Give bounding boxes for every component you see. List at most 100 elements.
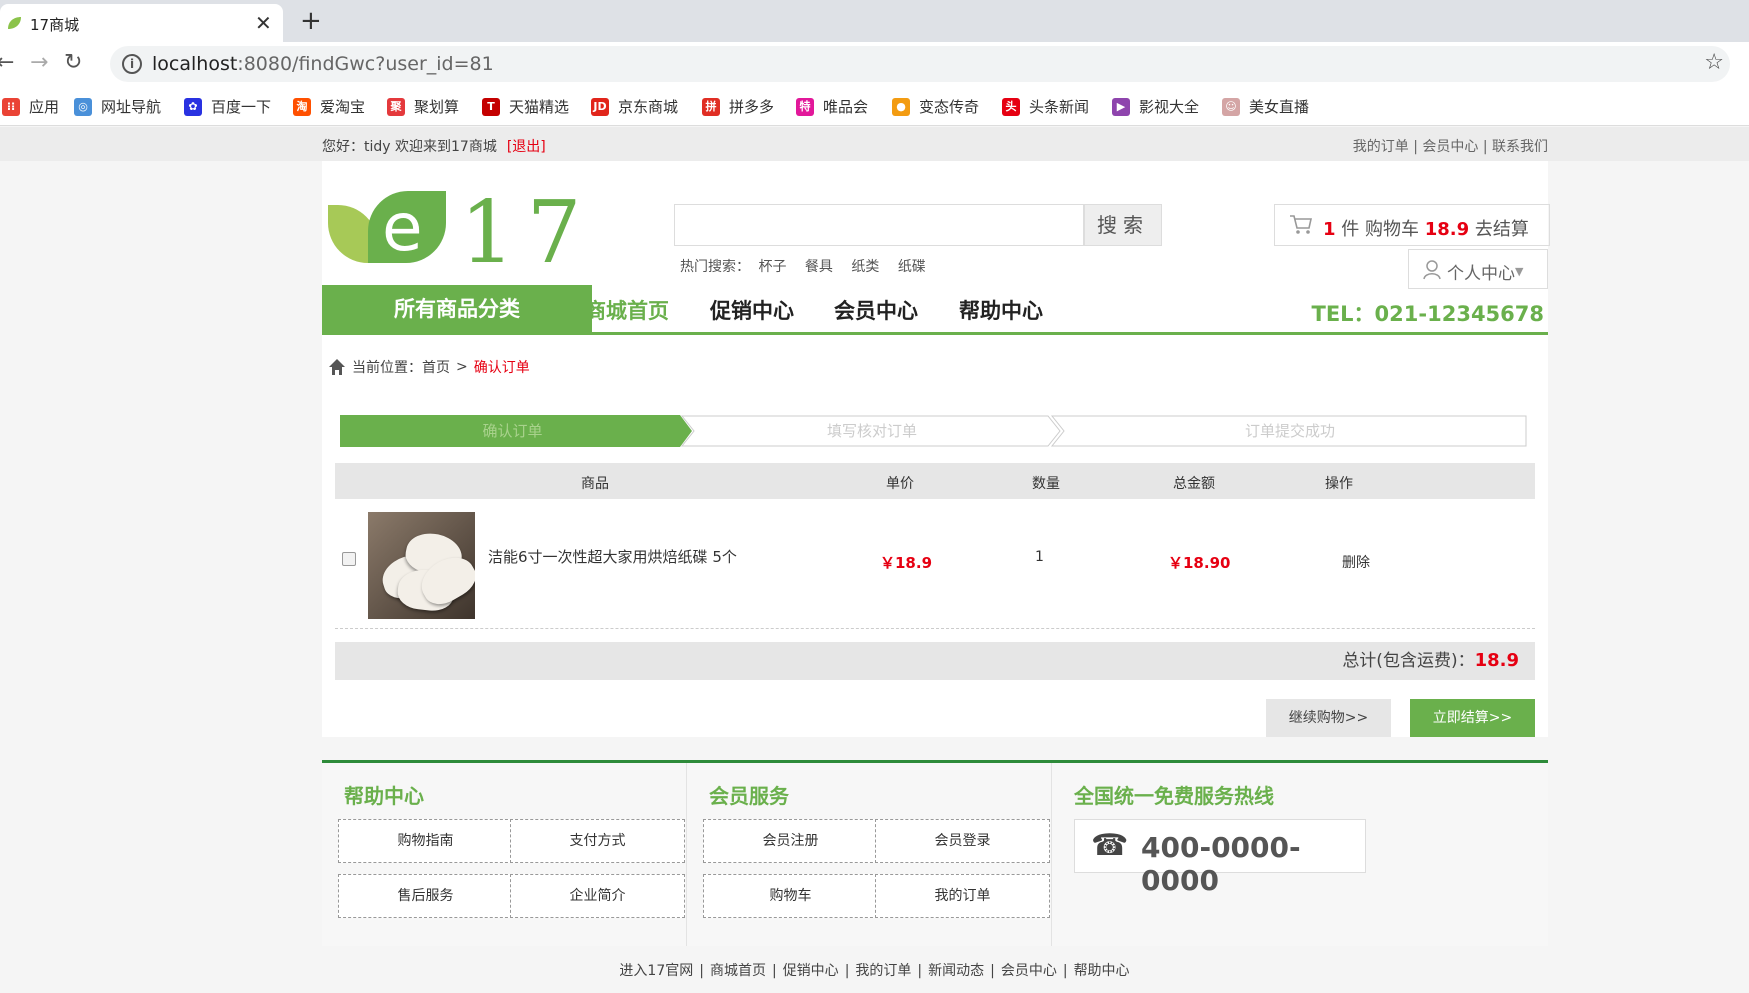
bookmark-label: 变态传奇 <box>919 98 980 116</box>
footer-link-my-orders[interactable]: 我的订单 <box>875 874 1050 918</box>
taobao-icon: 淘 <box>293 97 311 116</box>
bookmark-item[interactable]: ● 变态传奇 <box>892 96 979 117</box>
search-input[interactable] <box>674 204 1084 246</box>
home-icon <box>329 359 345 375</box>
bottom-link[interactable]: 我的订单 <box>855 963 911 979</box>
personal-center-dropdown[interactable]: 个人中心▼ <box>1408 249 1548 289</box>
delete-link[interactable]: 删除 <box>1342 552 1370 572</box>
col-total: 总金额 <box>1173 476 1215 492</box>
hot-term[interactable]: 杯子 <box>758 259 786 275</box>
footer-link-company[interactable]: 企业简介 <box>510 874 685 918</box>
greeting: 您好：tidy 欢迎来到17商城 [退出] <box>322 139 546 155</box>
bookmark-label: 网址导航 <box>101 98 162 116</box>
bookmark-item[interactable]: ◎ 网址导航 <box>74 96 161 117</box>
bookmark-item[interactable]: T 天猫精选 <box>482 96 569 117</box>
main-nav: 所有商品分类 商城首页 促销中心 会员中心 帮助中心 TEL：021-12345… <box>322 285 1548 335</box>
bottom-link[interactable]: 进入17官网 <box>619 963 693 979</box>
back-icon[interactable]: ← <box>0 50 14 75</box>
step-order-success: 订单提交成功 <box>1244 422 1335 440</box>
footer-link-payment[interactable]: 支付方式 <box>510 819 685 863</box>
toutiao-icon: 头 <box>1002 97 1020 116</box>
footer-link-register[interactable]: 会员注册 <box>703 819 878 863</box>
bookmark-label: 头条新闻 <box>1029 98 1090 116</box>
vip-icon: 特 <box>796 97 814 116</box>
cart-icon <box>1290 215 1312 234</box>
personal-center-label: 个人中心▼ <box>1447 264 1524 284</box>
hot-search-label: 热门搜索： <box>680 259 750 275</box>
all-categories-button[interactable]: 所有商品分类 <box>322 285 592 333</box>
close-tab-icon[interactable]: ✕ <box>255 11 272 35</box>
bookmark-item[interactable]: 拼拼多多 <box>702 96 774 117</box>
bookmarks-bar: ⁝⁝ 应用 ◎ 网址导航 ✿ 百度一下 淘爱淘宝 聚聚划算 T 天猫精选 JD 京东商城 拼拼多多 特唯品… <box>0 86 1749 126</box>
hotline-box: ☎ 400-0000-0000 <box>1074 819 1366 897</box>
nav-item-promotions[interactable]: 促销中心 <box>710 295 794 325</box>
logo-letter: e <box>382 189 423 266</box>
breadcrumb-home-link[interactable]: 首页 <box>422 357 450 377</box>
bottom-link[interactable]: 新闻动态 <box>928 963 984 979</box>
bottom-link[interactable]: 商城首页 <box>710 963 766 979</box>
user-icon <box>1423 260 1441 280</box>
product-image[interactable] <box>368 512 475 619</box>
bookmark-label: 京东商城 <box>618 98 679 116</box>
select-checkbox[interactable] <box>342 552 356 566</box>
bottom-link[interactable]: 会员中心 <box>1001 963 1057 979</box>
continue-shopping-button[interactable]: 继续购物>> <box>1266 699 1391 737</box>
bookmark-item[interactable]: ▶ 影视大全 <box>1112 96 1199 117</box>
footer-link-cart[interactable]: 购物车 <box>703 874 878 918</box>
footer-hotline: 全国统一免费服务热线 ☎ 400-0000-0000 <box>1052 763 1548 946</box>
new-tab-icon[interactable]: + <box>300 6 322 36</box>
link-separator: | <box>917 963 923 979</box>
bookmark-item[interactable]: ✿ 百度一下 <box>184 96 271 117</box>
bookmark-item[interactable]: ☺ 美女直播 <box>1222 96 1309 117</box>
reload-icon[interactable]: ↻ <box>64 50 82 75</box>
nav-item-member[interactable]: 会员中心 <box>834 295 918 325</box>
chevron-down-icon: ▼ <box>1515 265 1524 278</box>
footer-hotline-title: 全国统一免费服务热线 <box>1074 784 1274 808</box>
footer-link-after-sales[interactable]: 售后服务 <box>338 874 513 918</box>
bookmark-item[interactable]: JD 京东商城 <box>591 96 678 117</box>
hot-term[interactable]: 纸碟 <box>898 259 926 275</box>
tmall-icon: T <box>482 97 500 116</box>
order-steps: 确认订单 填写核对订单 订单提交成功 <box>340 415 1528 447</box>
bookmark-label: 影视大全 <box>1139 98 1200 116</box>
url-input[interactable]: i localhost:8080/findGwc?user_id=81 ☆ <box>110 46 1730 82</box>
hot-term[interactable]: 餐具 <box>805 259 833 275</box>
checkout-button[interactable]: 立即结算>> <box>1410 699 1535 737</box>
bookmark-item[interactable]: 头头条新闻 <box>1002 96 1089 117</box>
browser-tabbar: 17商城 ✕ + <box>0 0 1749 42</box>
bookmark-label: 美女直播 <box>1249 98 1310 116</box>
bookmark-item[interactable]: 淘爱淘宝 <box>293 96 365 117</box>
link-separator: | <box>990 963 995 979</box>
row-total: ￥18.90 <box>1168 554 1231 572</box>
search-button[interactable]: 搜索 <box>1084 204 1162 246</box>
bookmark-item[interactable]: ⁝⁝ 应用 <box>2 96 59 117</box>
logout-link[interactable]: [退出] <box>507 139 546 155</box>
nav-item-help[interactable]: 帮助中心 <box>959 295 1043 325</box>
site-topbar: 您好：tidy 欢迎来到17商城 [退出] 我的订单 | 会员中心 | 联系我们 <box>0 127 1749 161</box>
col-product: 商品 <box>581 476 609 492</box>
bookmark-label: 天猫精选 <box>509 98 570 116</box>
product-name-link[interactable]: 洁能6寸一次性超大家用烘焙纸碟 5个 <box>488 546 737 567</box>
footer-link-login[interactable]: 会员登录 <box>875 819 1050 863</box>
bookmark-item[interactable]: 聚聚划算 <box>387 96 459 117</box>
forward-icon[interactable]: → <box>30 50 48 75</box>
breadcrumb: 当前位置： 首页 > 确认订单 <box>328 357 530 377</box>
total-amount: 18.9 <box>1474 650 1519 671</box>
bottom-link[interactable]: 促销中心 <box>783 963 839 979</box>
bookmark-star-icon[interactable]: ☆ <box>1704 50 1724 75</box>
link-separator: | <box>1062 963 1068 979</box>
bottom-link[interactable]: 帮助中心 <box>1074 963 1130 979</box>
jd-icon: JD <box>591 97 609 116</box>
info-icon[interactable]: i <box>122 54 142 74</box>
top-links[interactable]: 我的订单 | 会员中心 | 联系我们 <box>1353 136 1548 156</box>
link-separator: | <box>844 963 850 979</box>
footer-link-shopping-guide[interactable]: 购物指南 <box>338 819 513 863</box>
pinduoduo-icon: 拼 <box>702 97 720 116</box>
nav-item-home[interactable]: 商城首页 <box>585 295 669 325</box>
hot-term[interactable]: 纸类 <box>851 259 879 275</box>
juhuasuan-icon: 聚 <box>387 97 405 116</box>
browser-tab[interactable]: 17商城 ✕ <box>0 4 283 42</box>
link-separator: | <box>771 963 777 979</box>
bookmark-item[interactable]: 特唯品会 <box>796 96 868 117</box>
cart-widget[interactable]: 1 件 购物车 18.9 去结算 <box>1274 204 1550 246</box>
